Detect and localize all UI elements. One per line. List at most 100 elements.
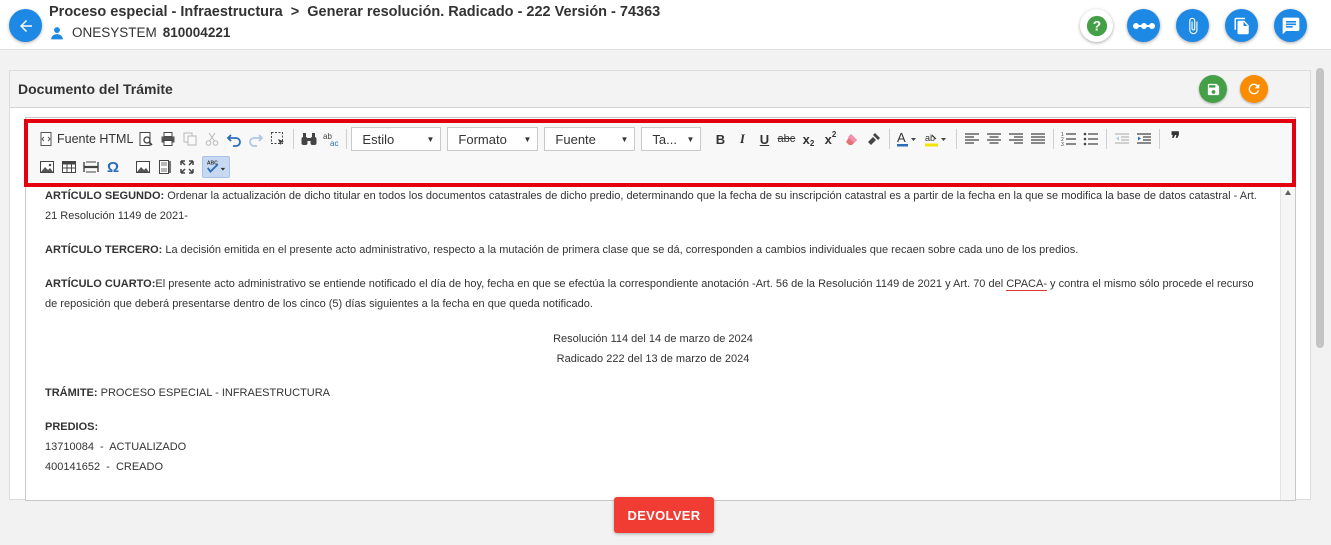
find-button[interactable] bbox=[298, 128, 320, 150]
table-button[interactable] bbox=[58, 156, 80, 178]
replace-icon: abac bbox=[323, 132, 338, 147]
preview-button[interactable] bbox=[135, 128, 157, 150]
underline-button[interactable]: U bbox=[753, 128, 775, 150]
align-right-icon bbox=[1009, 133, 1024, 144]
bold-button[interactable]: B bbox=[709, 128, 731, 150]
undo-button[interactable] bbox=[223, 128, 245, 150]
superscript-button[interactable]: x2 bbox=[819, 128, 841, 150]
strikethrough-button[interactable]: abc bbox=[775, 128, 797, 150]
toolbar-row-2: Ω ABC bbox=[36, 155, 230, 179]
page-break-button[interactable] bbox=[154, 156, 176, 178]
page-scrollbar[interactable] bbox=[1314, 68, 1326, 488]
predios-label: PREDIOS: bbox=[45, 421, 99, 433]
source-html-button[interactable]: Fuente HTML bbox=[36, 128, 135, 150]
font-combo[interactable]: Fuente ▼ bbox=[544, 127, 636, 151]
align-left-button[interactable] bbox=[961, 128, 983, 150]
strikethrough-icon: abc bbox=[777, 133, 796, 145]
article-third-text: La decisión emitida en el presente acto … bbox=[162, 244, 1079, 256]
print-button[interactable] bbox=[157, 128, 179, 150]
article-third-label: ARTÍCULO TERCERO: bbox=[45, 244, 163, 256]
bulleted-list-button[interactable] bbox=[1080, 128, 1102, 150]
horizontal-rule-button[interactable] bbox=[80, 156, 102, 178]
redo-icon bbox=[249, 134, 264, 147]
toolbar-separator bbox=[889, 129, 891, 149]
scissors-icon bbox=[206, 132, 219, 146]
subscript-digit: 2 bbox=[809, 138, 815, 148]
editor-content[interactable]: ARTÍCULO SEGUNDO: Ordenar la actualizaci… bbox=[26, 186, 1280, 500]
superscript-icon: x bbox=[824, 131, 832, 147]
justify-icon bbox=[1031, 133, 1046, 144]
text-color-button[interactable]: A bbox=[894, 128, 922, 150]
svg-text:3: 3 bbox=[1061, 142, 1064, 147]
paintbrush-icon bbox=[868, 133, 881, 145]
predio-item: 13710084 - ACTUALIZADO bbox=[45, 441, 187, 453]
dropdown-arrow-icon: ▼ bbox=[620, 134, 629, 144]
subscript-button[interactable]: x2 bbox=[797, 128, 819, 150]
horizontal-rule-icon bbox=[83, 161, 99, 173]
remove-format-button[interactable] bbox=[841, 128, 863, 150]
replace-button[interactable]: ab ac bbox=[320, 128, 342, 150]
help-button[interactable]: ? bbox=[1080, 9, 1113, 42]
redo-button[interactable] bbox=[245, 128, 267, 150]
align-center-icon bbox=[987, 133, 1002, 144]
comments-button[interactable] bbox=[1274, 9, 1307, 42]
process-subtitle: Generar resolución. Radicado - 222 Versi… bbox=[307, 4, 661, 20]
text-color-icon: A bbox=[897, 131, 917, 147]
binoculars-icon bbox=[301, 133, 317, 145]
page-scrollbar-thumb[interactable] bbox=[1316, 68, 1324, 348]
predios-heading: PREDIOS: bbox=[45, 417, 1263, 437]
italic-button[interactable]: I bbox=[731, 128, 753, 150]
spellcheck-button[interactable]: ABC bbox=[202, 156, 230, 178]
resolution-line: Resolución 114 del 14 de marzo de 2024 bbox=[553, 333, 753, 345]
maximize-button[interactable] bbox=[176, 156, 198, 178]
omega-icon: Ω bbox=[106, 158, 120, 176]
page-break-icon bbox=[159, 160, 171, 174]
numbered-list-icon: 123 bbox=[1061, 132, 1077, 147]
user-name: ONESYSTEM bbox=[72, 25, 157, 40]
more-options-button[interactable] bbox=[1127, 9, 1160, 42]
scroll-up-icon[interactable] bbox=[1285, 190, 1291, 195]
refresh-button[interactable] bbox=[1240, 75, 1268, 103]
toolbar-separator bbox=[1053, 129, 1055, 149]
size-combo-label: Ta... bbox=[652, 131, 677, 147]
copy-format-button[interactable] bbox=[863, 128, 885, 150]
documents-button[interactable] bbox=[1225, 9, 1258, 42]
style-combo[interactable]: Estilo ▼ bbox=[351, 127, 442, 151]
numbered-list-button[interactable]: 123 bbox=[1058, 128, 1080, 150]
subscript-icon: x bbox=[802, 131, 810, 147]
format-combo[interactable]: Formato ▼ bbox=[447, 127, 539, 151]
font-combo-label: Fuente bbox=[555, 131, 596, 147]
misspelled-word: CPACA- bbox=[1006, 278, 1047, 291]
maximize-icon bbox=[180, 160, 194, 174]
image-button[interactable] bbox=[36, 156, 58, 178]
blockquote-button[interactable]: ❞ bbox=[1164, 128, 1186, 150]
bulleted-list-icon bbox=[1084, 132, 1099, 146]
image-properties-button[interactable] bbox=[132, 156, 154, 178]
justify-button[interactable] bbox=[1027, 128, 1049, 150]
rich-text-editor[interactable]: Fuente HTML ab ac Estilo ▼ Formato ▼ Fue… bbox=[25, 117, 1296, 501]
save-button[interactable] bbox=[1199, 75, 1227, 103]
back-button[interactable] bbox=[9, 9, 42, 42]
copy-button[interactable] bbox=[179, 128, 201, 150]
process-title: Proceso especial - Infraestructura bbox=[49, 4, 283, 20]
article-second: ARTÍCULO SEGUNDO: Ordenar la actualizaci… bbox=[45, 186, 1263, 226]
predio-item: 400141652 - CREADO bbox=[45, 461, 164, 473]
cut-button[interactable] bbox=[201, 128, 223, 150]
return-button[interactable]: DEVOLVER bbox=[614, 497, 714, 533]
outdent-button[interactable] bbox=[1111, 128, 1133, 150]
size-combo[interactable]: Ta... ▼ bbox=[641, 127, 702, 151]
select-all-button[interactable] bbox=[267, 128, 289, 150]
dropdown-arrow-icon: ▼ bbox=[686, 134, 695, 144]
editor-scrollbar[interactable] bbox=[1280, 186, 1295, 500]
panel-header: Documento del Trámite bbox=[10, 71, 1310, 108]
align-center-button[interactable] bbox=[983, 128, 1005, 150]
eraser-icon bbox=[846, 134, 858, 145]
indent-button[interactable] bbox=[1133, 128, 1155, 150]
svg-text:ac: ac bbox=[330, 139, 338, 147]
attachments-button[interactable] bbox=[1176, 9, 1209, 42]
attachment-icon bbox=[1188, 17, 1197, 34]
background-color-button[interactable]: ab bbox=[922, 128, 952, 150]
copy-icon bbox=[183, 132, 197, 146]
special-char-button[interactable]: Ω bbox=[102, 156, 124, 178]
align-right-button[interactable] bbox=[1005, 128, 1027, 150]
